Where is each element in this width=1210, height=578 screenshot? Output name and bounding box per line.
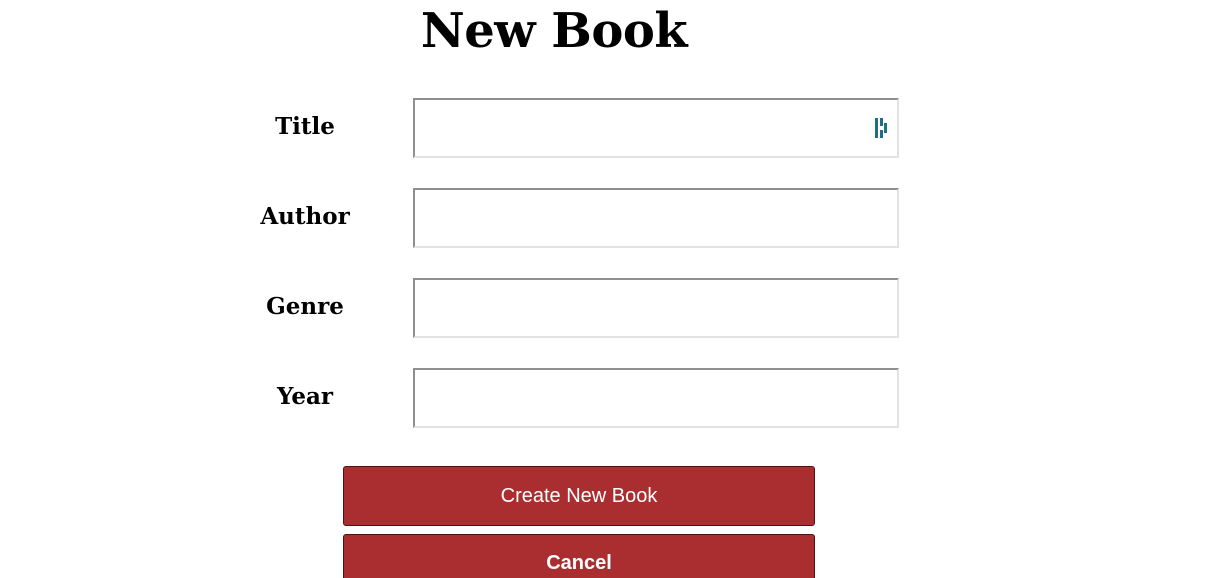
- page-title: New Book: [420, 3, 688, 59]
- genre-input[interactable]: [413, 278, 899, 338]
- author-input[interactable]: [413, 188, 899, 248]
- year-label: Year: [276, 383, 334, 410]
- password-manager-icon-glyph: [875, 118, 887, 138]
- password-manager-icon[interactable]: [873, 117, 891, 139]
- genre-label: Genre: [266, 293, 344, 320]
- create-new-book-button[interactable]: Create New Book: [343, 466, 815, 526]
- author-label: Author: [260, 203, 350, 230]
- year-input[interactable]: [413, 368, 899, 428]
- cancel-button[interactable]: Cancel: [343, 534, 815, 578]
- title-input[interactable]: [413, 98, 899, 158]
- title-label: Title: [275, 113, 335, 140]
- new-book-page: New Book Title Author Genre Year Create …: [0, 0, 1210, 578]
